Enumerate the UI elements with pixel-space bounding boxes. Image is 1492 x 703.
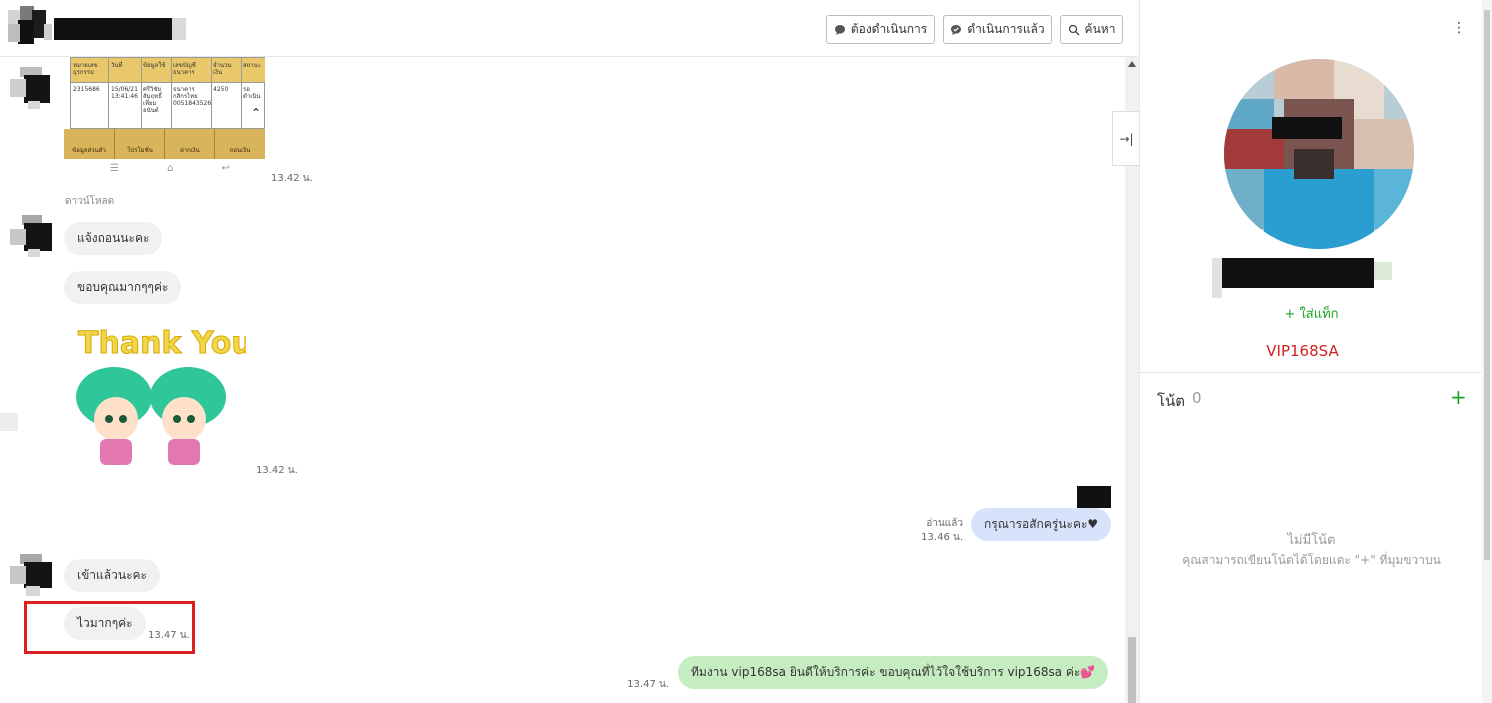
read-receipt: อ่านแล้ว [926, 518, 963, 529]
profile-name-redacted-edge [1212, 258, 1222, 298]
download-link[interactable]: ดาวน์โหลด [65, 194, 114, 209]
profile-name-redacted-edge [1374, 262, 1392, 280]
chat-bubble-check-icon [951, 24, 962, 35]
contact-avatar[interactable] [8, 6, 52, 48]
table-header-cell: จำนวนเงิน [213, 62, 232, 76]
message-time: 13.42 น. [271, 173, 313, 184]
phone-nav-bar: ☰ ⌂ ↩ [110, 163, 230, 174]
table-header-cell: สถานะ [243, 62, 261, 69]
message-bubble-outgoing[interactable]: ทีมงาน vip168sa ยินดีให้บริการค่ะ ขอบคุณ… [678, 656, 1109, 689]
message-bubble[interactable]: แจ้งถอนนะคะ [64, 222, 163, 255]
chat-app: ต้องดำเนินการ ดำเนินการแล้ว ค้นหา หมายเล… [0, 0, 1492, 703]
profile-name-redacted [1222, 258, 1374, 288]
bar-label: ฝากเงิน [180, 147, 200, 154]
back-icon: ↩ [221, 163, 230, 174]
message-bubble[interactable]: ขอบคุณมากๆๆค่ะ [64, 271, 182, 304]
message-time: 13.47 น. [627, 679, 669, 690]
contact-name-redacted-edge [172, 18, 186, 40]
message-bubble[interactable]: ไวมากๆค่ะ [64, 607, 146, 640]
table-header-cell: เลขบัญชีธนาคาร [173, 62, 196, 76]
thank-you-sticker[interactable]: Thank You [66, 319, 246, 469]
search-button[interactable]: ค้นหา [1060, 15, 1123, 44]
contact-name-redacted [54, 18, 172, 40]
message-list[interactable]: หมายเลขธุรกรรม วันที่ ข้อมูลใช้ เลขบัญชี… [0, 57, 1125, 703]
sender-avatar [10, 215, 54, 259]
message-bubble[interactable]: เข้าแล้วนะคะ [64, 559, 160, 592]
agent-avatar-redacted [1077, 486, 1111, 508]
message-time: 13.42 น. [256, 465, 298, 476]
table-header-cell: วันที่ [111, 62, 123, 69]
add-tag-button[interactable]: + ใส่แท็ก [1140, 303, 1483, 324]
notes-title: โน้ต [1157, 392, 1186, 410]
add-note-icon[interactable]: + [1450, 385, 1467, 409]
done-label: ดำเนินการแล้ว [967, 22, 1045, 36]
todo-button[interactable]: ต้องดำเนินการ [826, 15, 935, 44]
more-vertical-icon[interactable]: ⋮ [1452, 20, 1466, 36]
table-header-cell: ข้อมูลใช้ [143, 62, 166, 69]
done-button[interactable]: ดำเนินการแล้ว [943, 15, 1052, 44]
page-scroll-thumb[interactable] [1484, 10, 1490, 560]
menu-icon: ☰ [110, 163, 119, 174]
notes-empty-hint: คุณสามารถเขียนโน้ตได้โดยแตะ "+" ที่มุมขว… [1182, 553, 1441, 567]
table-cell: ธนาคาร กสิกรไทย 0051843526 [173, 86, 212, 107]
profile-picture[interactable] [1224, 59, 1414, 249]
notes-count: 0 [1192, 389, 1202, 407]
bar-label: ข้อมูลส่วนตัว [72, 147, 106, 154]
image-message[interactable]: หมายเลขธุรกรรม วันที่ ข้อมูลใช้ เลขบัญชี… [64, 57, 265, 160]
table-cell: ศรีวิชัย สัมฤทธิ์ เที่ยม อนันต์ [143, 86, 162, 114]
message-bubble-outgoing[interactable]: กรุณารอสักครู่นะคะ♥ [971, 508, 1112, 541]
scroll-up-arrow-icon[interactable] [1128, 61, 1136, 67]
divider [1140, 372, 1483, 373]
collapse-panel-icon: →| [1119, 131, 1134, 146]
table-cell: 2315686 [73, 86, 100, 93]
table-cell: 15/06/21 13:41:46 [111, 86, 138, 100]
avatar-fragment [0, 413, 18, 431]
sticker-text: Thank You [78, 326, 246, 361]
notes-empty-title: ไม่มีโน้ต [1287, 533, 1336, 548]
sender-avatar [10, 554, 54, 598]
todo-label: ต้องดำเนินการ [850, 22, 928, 36]
bar-label: ถอนเงิน [229, 147, 251, 154]
page-scrollbar[interactable] [1482, 0, 1492, 703]
chevron-up-icon: ⌃ [251, 106, 262, 120]
chat-bubble-icon [834, 24, 845, 35]
table-header-cell: หมายเลขธุรกรรม [73, 62, 98, 76]
bar-label: โปรโมชั่น [127, 147, 153, 154]
collapse-panel-button[interactable]: →| [1112, 111, 1140, 166]
home-icon: ⌂ [167, 163, 174, 174]
table-cell: 4250 [213, 86, 229, 93]
message-time: 13.46 น. [921, 532, 963, 543]
screenshot-table: หมายเลขธุรกรรม วันที่ ข้อมูลใช้ เลขบัญชี… [70, 57, 265, 130]
table-cell: รอดำเนิน [243, 86, 261, 100]
profile-panel: ⋮ + ใส่แท็ก VIP168SA โน้ต 0 + ไม่มีโน้ต … [1139, 0, 1483, 703]
scroll-thumb[interactable] [1128, 637, 1136, 703]
message-time: 13.47 น. [148, 630, 190, 641]
sender-avatar [10, 67, 54, 111]
screenshot-bottom-bar: ข้อมูลส่วนตัว โปรโมชั่น ฝากเงิน ถอนเงิน [64, 129, 265, 159]
search-label: ค้นหา [1084, 22, 1116, 36]
tag-label[interactable]: VIP168SA [1140, 342, 1465, 360]
search-icon [1068, 24, 1080, 35]
chat-header: ต้องดำเนินการ ดำเนินการแล้ว ค้นหา [0, 0, 1139, 57]
